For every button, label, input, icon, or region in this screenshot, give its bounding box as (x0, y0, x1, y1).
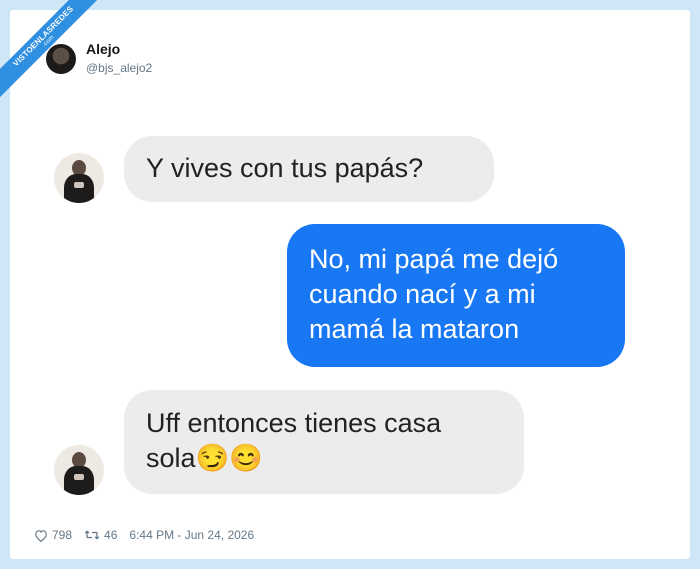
author-avatar[interactable] (46, 44, 76, 74)
author-handle[interactable]: @bjs_alejo2 (86, 61, 152, 75)
retweet-metric[interactable]: 46 (84, 528, 117, 542)
retweet-icon (84, 530, 100, 540)
author-name[interactable]: Alejo (86, 41, 120, 57)
tweet-timestamp[interactable]: 6:44 PM - Jun 24, 2026 (129, 528, 254, 542)
incoming-message-bubble: Y vives con tus papás? (124, 136, 494, 202)
tweet-footer: 798 46 6:44 PM - Jun 24, 2026 (34, 528, 254, 542)
contact-avatar (54, 153, 104, 203)
incoming-message-bubble: Uff entonces tienes casa sola😏😊 (124, 390, 524, 494)
like-metric[interactable]: 798 (34, 528, 72, 542)
heart-icon (35, 529, 47, 542)
contact-avatar (54, 445, 104, 495)
retweet-count: 46 (104, 528, 118, 542)
outgoing-message-bubble: No, mi papá me dejó cuando nací y a mi m… (287, 224, 625, 367)
like-count: 798 (52, 528, 73, 542)
tweet-card: Alejo @bjs_alejo2 Y vives con tus papás?… (10, 10, 690, 559)
